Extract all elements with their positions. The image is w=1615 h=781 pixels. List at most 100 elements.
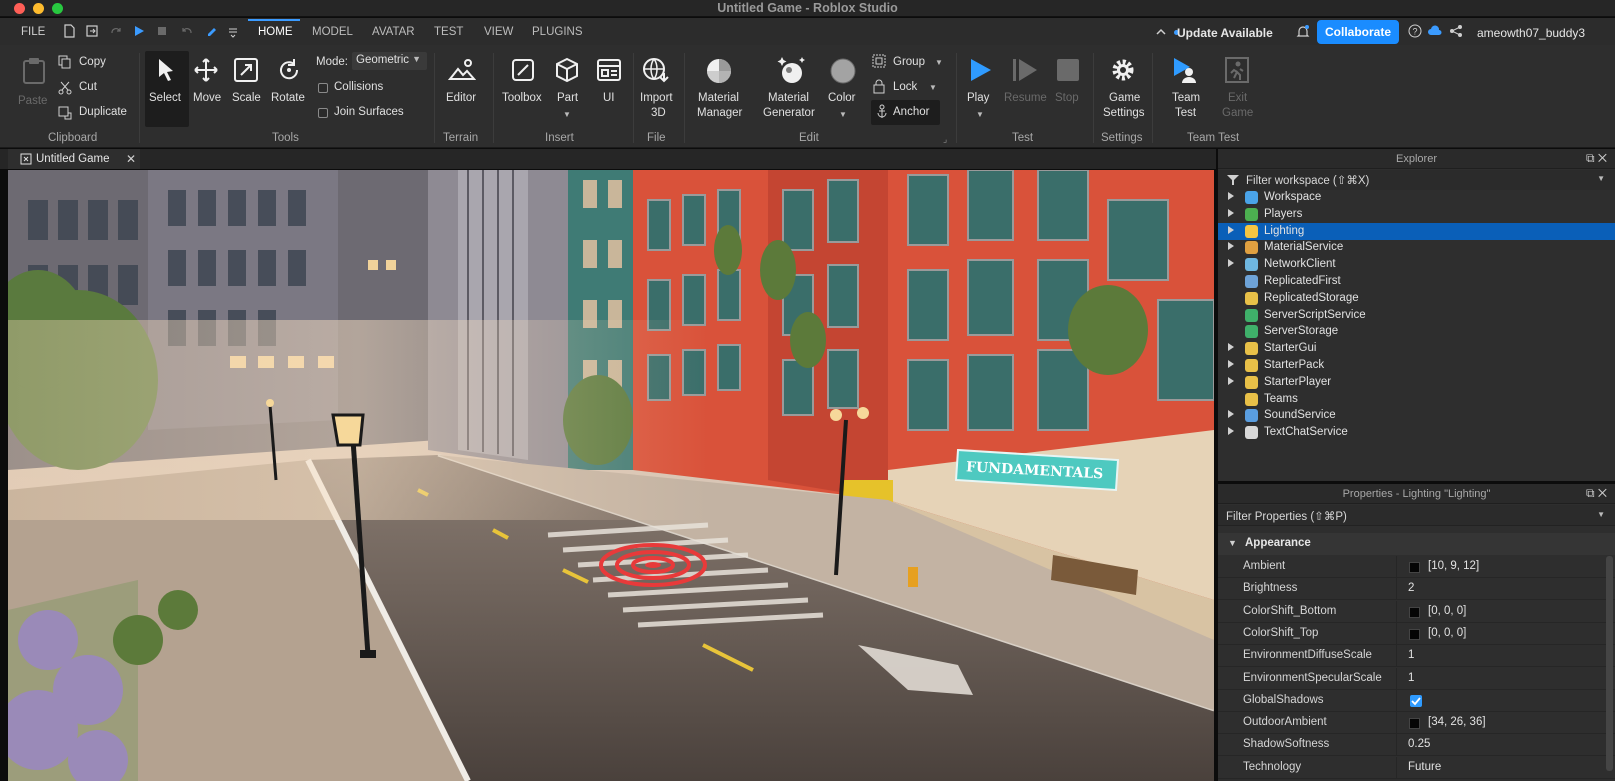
open-file-icon[interactable] xyxy=(85,24,99,38)
redo-icon[interactable] xyxy=(109,24,123,38)
import-3d-button-line1[interactable]: Import xyxy=(640,92,673,104)
property-value[interactable]: 0.25 xyxy=(1408,738,1430,750)
properties-filter[interactable]: Filter Properties (⇧⌘P) ▼ xyxy=(1218,505,1615,526)
paste-icon[interactable] xyxy=(21,57,47,85)
property-row-colorshift_top[interactable]: ColorShift_Top [0, 0, 0] xyxy=(1218,622,1615,645)
mode-dropdown[interactable]: Geometric ▼ xyxy=(352,52,427,70)
material-generator-line1[interactable]: Material xyxy=(768,92,809,104)
tab-model[interactable]: MODEL xyxy=(312,26,353,38)
rotate-icon[interactable] xyxy=(276,57,302,83)
color-swatch[interactable] xyxy=(1409,606,1420,618)
play-dropdown-icon[interactable]: ▼ xyxy=(976,110,984,119)
cloud-icon[interactable] xyxy=(1427,25,1443,37)
expand-arrow-icon[interactable] xyxy=(1228,225,1234,234)
move-icon[interactable] xyxy=(193,57,219,83)
explorer-filter[interactable]: Filter workspace (⇧⌘X) ▼ xyxy=(1218,170,1615,190)
scale-icon[interactable] xyxy=(233,57,259,83)
ui-icon[interactable] xyxy=(596,57,622,83)
material-generator-line2[interactable]: Generator xyxy=(763,107,815,119)
global-shadows-checkbox[interactable] xyxy=(1410,694,1422,707)
collaborate-button[interactable]: Collaborate xyxy=(1317,20,1399,44)
property-value[interactable]: 1 xyxy=(1408,649,1414,661)
cut-button[interactable]: Cut xyxy=(79,81,97,93)
exit-game-line1[interactable]: Exit xyxy=(1228,92,1247,104)
rotate-button[interactable]: Rotate xyxy=(271,92,305,104)
resume-button[interactable]: Resume xyxy=(1004,92,1047,104)
property-row-outdoorambient[interactable]: OutdoorAmbient [34, 26, 36] xyxy=(1218,712,1615,735)
properties-panel-controls[interactable]: ⧉ ✕ xyxy=(1586,486,1607,501)
part-button[interactable]: Part xyxy=(557,92,578,104)
chevron-down-icon[interactable]: ▼ xyxy=(1597,174,1605,183)
lock-button[interactable]: Lock xyxy=(893,81,917,93)
document-tab[interactable]: Untitled Game ✕ xyxy=(8,149,140,169)
plugin-icon[interactable] xyxy=(204,24,218,38)
collisions-checkbox[interactable] xyxy=(318,83,328,93)
explorer-item-networkclient[interactable]: NetworkClient xyxy=(1218,256,1615,273)
select-cursor-icon[interactable] xyxy=(154,57,178,83)
property-row-globalshadows[interactable]: GlobalShadows xyxy=(1218,689,1615,712)
property-value[interactable]: 1 xyxy=(1408,672,1414,684)
move-button[interactable]: Move xyxy=(193,92,221,104)
explorer-item-starterpack[interactable]: StarterPack xyxy=(1218,357,1615,374)
explorer-item-replicatedfirst[interactable]: ReplicatedFirst xyxy=(1218,273,1615,290)
toolbox-icon[interactable] xyxy=(510,57,536,83)
notification-bell-icon[interactable] xyxy=(1296,24,1310,39)
terrain-editor-icon[interactable] xyxy=(448,57,476,83)
explorer-item-startergui[interactable]: StarterGui xyxy=(1218,340,1615,357)
expand-arrow-icon[interactable] xyxy=(1228,376,1234,385)
property-row-brightness[interactable]: Brightness 2 xyxy=(1218,578,1615,601)
property-value[interactable]: Future xyxy=(1408,761,1441,773)
material-generator-icon[interactable] xyxy=(776,55,808,85)
expand-arrow-icon[interactable] xyxy=(1228,360,1234,368)
expand-arrow-icon[interactable] xyxy=(1228,410,1234,419)
paste-button[interactable]: Paste xyxy=(18,95,47,107)
property-row-shadowsoftness[interactable]: ShadowSoftness 0.25 xyxy=(1218,734,1615,757)
property-value[interactable]: 2 xyxy=(1408,582,1414,594)
collapse-ribbon-icon[interactable] xyxy=(1155,27,1167,37)
explorer-item-materialservice[interactable]: MaterialService xyxy=(1218,239,1615,256)
help-icon[interactable]: ? xyxy=(1408,24,1422,38)
lock-dropdown-icon[interactable]: ▼ xyxy=(929,83,937,92)
explorer-panel-controls[interactable]: ⧉ ✕ xyxy=(1586,151,1607,166)
chevron-down-icon[interactable]: ▼ xyxy=(1597,510,1605,519)
expand-arrow-icon[interactable] xyxy=(1228,427,1234,436)
stop-icon[interactable] xyxy=(1055,57,1081,83)
play-icon[interactable] xyxy=(967,57,993,83)
exit-game-icon[interactable] xyxy=(1224,56,1250,84)
stop-button[interactable]: Stop xyxy=(1055,92,1079,104)
game-settings-gear-icon[interactable] xyxy=(1110,57,1136,83)
close-tab-icon[interactable]: ✕ xyxy=(126,152,136,166)
tab-home[interactable]: HOME xyxy=(258,26,293,38)
explorer-item-players[interactable]: Players xyxy=(1218,206,1615,223)
group-button[interactable]: Group xyxy=(893,56,925,68)
game-viewport[interactable]: FUNDAMENTALS xyxy=(8,170,1214,781)
import-3d-icon[interactable] xyxy=(642,57,670,83)
property-row-environmentdiffusescale[interactable]: EnvironmentDiffuseScale 1 xyxy=(1218,645,1615,668)
explorer-item-soundservice[interactable]: SoundService xyxy=(1218,407,1615,424)
tab-plugins[interactable]: PLUGINS xyxy=(532,26,583,38)
quick-play-icon[interactable] xyxy=(132,24,146,38)
part-cube-icon[interactable] xyxy=(554,57,580,83)
color-swatch[interactable] xyxy=(1409,562,1420,573)
expand-arrow-icon[interactable] xyxy=(1228,343,1234,352)
property-value[interactable]: [0, 0, 0] xyxy=(1428,627,1466,639)
scale-button[interactable]: Scale xyxy=(232,92,261,104)
explorer-item-replicatedstorage[interactable]: ReplicatedStorage xyxy=(1218,290,1615,307)
exit-game-line2[interactable]: Game xyxy=(1222,107,1253,119)
property-value[interactable]: [34, 26, 36] xyxy=(1428,716,1486,728)
duplicate-button[interactable]: Duplicate xyxy=(79,106,127,118)
toolbox-button[interactable]: Toolbox xyxy=(502,92,542,104)
property-value[interactable]: [10, 9, 12] xyxy=(1428,560,1479,572)
material-manager-line1[interactable]: Material xyxy=(698,92,739,104)
edit-expand-icon[interactable]: ⌟ xyxy=(943,134,947,145)
resume-icon[interactable] xyxy=(1011,57,1039,83)
color-button[interactable]: Color xyxy=(828,92,855,104)
join-surfaces-checkbox[interactable] xyxy=(318,108,328,118)
game-settings-line1[interactable]: Game xyxy=(1109,92,1140,104)
share-icon[interactable] xyxy=(1449,24,1463,38)
tab-view[interactable]: VIEW xyxy=(484,26,513,38)
import-3d-button-line2[interactable]: 3D xyxy=(651,107,666,119)
quick-stop-icon[interactable] xyxy=(155,24,169,38)
team-test-line2[interactable]: Test xyxy=(1175,107,1196,119)
group-dropdown-icon[interactable]: ▼ xyxy=(935,58,943,67)
